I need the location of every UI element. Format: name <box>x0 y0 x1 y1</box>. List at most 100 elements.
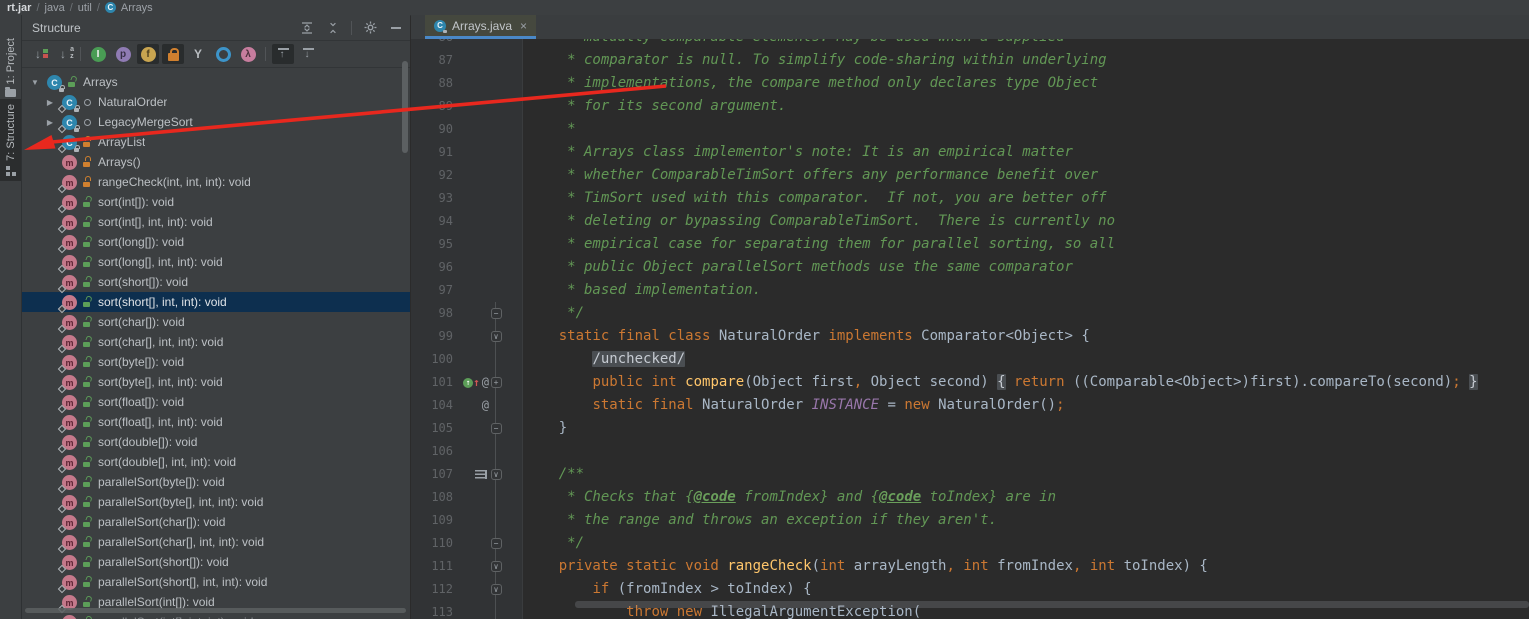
fold-marker-icon[interactable]: − <box>490 308 502 319</box>
tree-item-label: sort(float[]): void <box>98 395 185 409</box>
show-interfaces-icon[interactable] <box>212 44 234 64</box>
code-line[interactable]: 110 − */ <box>411 532 1529 555</box>
show-non-public-icon[interactable] <box>162 44 184 64</box>
tree-item[interactable]: sort(short[], int, int): void <box>22 292 410 313</box>
tree-item[interactable]: rangeCheck(int, int, int): void <box>22 172 410 193</box>
tree-vertical-scrollbar[interactable] <box>402 61 408 153</box>
code-line[interactable]: 112 ∨ if (fromIndex > toIndex) { <box>411 578 1529 601</box>
tree-item[interactable]: sort(int[]): void <box>22 192 410 213</box>
code-line[interactable]: 111 ∨ private static void rangeCheck(int … <box>411 555 1529 578</box>
code-editor[interactable]: 86 * mutually comparable elements. May b… <box>411 39 1529 619</box>
tree-item[interactable]: sort(char[]): void <box>22 312 410 333</box>
code-line[interactable]: 107 ∨ /** <box>411 463 1529 486</box>
hide-panel-icon[interactable] <box>388 20 404 36</box>
tree-item[interactable]: ArrayList <box>22 132 410 153</box>
breadcrumb-item[interactable]: Arrays <box>121 2 153 14</box>
fold-marker-icon[interactable]: − <box>490 538 502 549</box>
tree-item[interactable]: sort(long[], int, int): void <box>22 252 410 273</box>
tree-item[interactable]: ▼ Arrays <box>22 72 410 92</box>
code-line[interactable]: 90 * <box>411 118 1529 141</box>
tree-item[interactable]: sort(char[], int, int): void <box>22 332 410 353</box>
sort-alphabetically-icon[interactable]: ↓ a z <box>52 44 74 64</box>
tree-item[interactable]: parallelSort(char[], int, int): void <box>22 532 410 553</box>
code-line[interactable]: 97 * based implementation. <box>411 279 1529 302</box>
code-line[interactable]: 88 * implementations, the compare method… <box>411 72 1529 95</box>
fold-marker-icon[interactable]: + <box>490 377 502 388</box>
tab-close-icon[interactable]: × <box>520 19 527 33</box>
code-line[interactable]: 109 * the range and throws an exception … <box>411 509 1529 532</box>
tool-window-button-project[interactable]: 1: Project <box>0 33 21 102</box>
show-fields-icon[interactable]: f <box>137 44 159 64</box>
code-line[interactable]: 94 * deleting or bypassing ComparableTim… <box>411 210 1529 233</box>
collapse-all-icon[interactable] <box>325 20 341 36</box>
code-line[interactable]: 86 * mutually comparable elements. May b… <box>411 39 1529 49</box>
tree-item[interactable]: sort(double[], int, int): void <box>22 452 410 473</box>
code-line[interactable]: 106 <box>411 440 1529 463</box>
code-line[interactable]: 105 − } <box>411 417 1529 440</box>
breadcrumb-item[interactable]: util <box>78 2 92 14</box>
tree-item[interactable]: sort(byte[]): void <box>22 352 410 373</box>
tree-item[interactable]: parallelSort(char[]): void <box>22 512 410 533</box>
expand-all-icon[interactable] <box>299 20 315 36</box>
tree-item[interactable]: sort(double[]): void <box>22 432 410 453</box>
code-line[interactable]: 100 /unchecked/ <box>411 348 1529 371</box>
editor-horizontal-scrollbar[interactable] <box>575 601 1529 608</box>
show-anonymous-classes-icon[interactable]: Y <box>187 44 209 64</box>
tree-item[interactable]: parallelSort(int[], int, int): void <box>22 612 410 619</box>
tree-item[interactable]: sort(short[]): void <box>22 272 410 293</box>
annotation-at-icon[interactable]: @ <box>482 371 489 394</box>
sort-by-visibility-icon[interactable]: ↓ <box>27 44 49 64</box>
tool-window-button-structure[interactable]: 7: Structure <box>0 99 21 181</box>
tree-item[interactable]: sort(byte[], int, int): void <box>22 372 410 393</box>
tree-item[interactable]: Arrays() <box>22 152 410 172</box>
method-icon <box>57 394 77 413</box>
breadcrumb-item[interactable]: rt.jar <box>7 2 31 14</box>
show-properties-icon[interactable]: p <box>112 44 134 64</box>
tree-item[interactable]: parallelSort(short[]): void <box>22 552 410 573</box>
code-line[interactable]: 87 * comparator is null. To simplify cod… <box>411 49 1529 72</box>
fold-marker-icon[interactable]: ∨ <box>490 561 502 572</box>
tree-item[interactable]: ▶ LegacyMergeSort <box>22 112 410 133</box>
fold-marker-icon[interactable]: ∨ <box>490 331 502 342</box>
autoscroll-to-source-icon[interactable] <box>297 44 319 64</box>
code-line[interactable]: 93 * TimSort used with this comparator. … <box>411 187 1529 210</box>
implemented-arrow-icon[interactable]: ↑ <box>473 371 480 394</box>
code-text: * implementations, the compare method on… <box>525 75 1099 91</box>
tree-item[interactable]: ▶ NaturalOrder <box>22 92 410 113</box>
expand-right-icon[interactable]: ▶ <box>43 118 57 127</box>
gutter: 95 <box>411 233 523 256</box>
tree-item[interactable]: parallelSort(byte[]): void <box>22 472 410 493</box>
tree-item[interactable]: parallelSort(short[], int, int): void <box>22 572 410 593</box>
tree-item[interactable]: sort(float[]): void <box>22 392 410 413</box>
fold-marker-icon[interactable]: ∨ <box>490 584 502 595</box>
tree-item[interactable]: parallelSort(byte[], int, int): void <box>22 492 410 513</box>
annotation-at-icon[interactable]: @ <box>482 394 489 417</box>
tree-item[interactable]: sort(long[]): void <box>22 232 410 253</box>
render-doc-icon[interactable] <box>475 470 487 479</box>
overrides-method-icon[interactable]: ↑ <box>463 377 474 388</box>
tab-arrays-java[interactable]: C Arrays.java × <box>425 15 537 39</box>
settings-gear-icon[interactable] <box>362 20 378 36</box>
expand-down-icon[interactable]: ▼ <box>28 78 42 87</box>
code-line[interactable]: 91 * Arrays class implementor's note: It… <box>411 141 1529 164</box>
tree-item[interactable]: sort(float[], int, int): void <box>22 412 410 433</box>
show-inherited-icon[interactable]: I <box>87 44 109 64</box>
code-line[interactable]: 108 * Checks that {@code fromIndex} and … <box>411 486 1529 509</box>
tree-item[interactable]: sort(int[], int, int): void <box>22 212 410 233</box>
code-line[interactable]: 89 * for its second argument. <box>411 95 1529 118</box>
code-line[interactable]: 98 − */ <box>411 302 1529 325</box>
gutter-icons <box>453 470 489 479</box>
code-line[interactable]: 101 ↑ ↑ @ + public int compare(Object first,… <box>411 371 1529 394</box>
code-line[interactable]: 104 @ static final NaturalOrder INSTANCE … <box>411 394 1529 417</box>
code-line[interactable]: 96 * public Object parallelSort methods … <box>411 256 1529 279</box>
fold-marker-icon[interactable]: ∨ <box>490 469 502 480</box>
expand-right-icon[interactable]: ▶ <box>43 98 57 107</box>
tree-horizontal-scrollbar[interactable] <box>25 608 406 613</box>
code-line[interactable]: 92 * whether ComparableTimSort offers an… <box>411 164 1529 187</box>
fold-marker-icon[interactable]: − <box>490 423 502 434</box>
code-line[interactable]: 95 * empirical case for separating them … <box>411 233 1529 256</box>
show-lambdas-icon[interactable]: λ <box>237 44 259 64</box>
code-line[interactable]: 99 ∨ static final class NaturalOrder impl… <box>411 325 1529 348</box>
autoscroll-from-source-icon[interactable] <box>272 44 294 64</box>
breadcrumb-item[interactable]: java <box>45 2 65 14</box>
